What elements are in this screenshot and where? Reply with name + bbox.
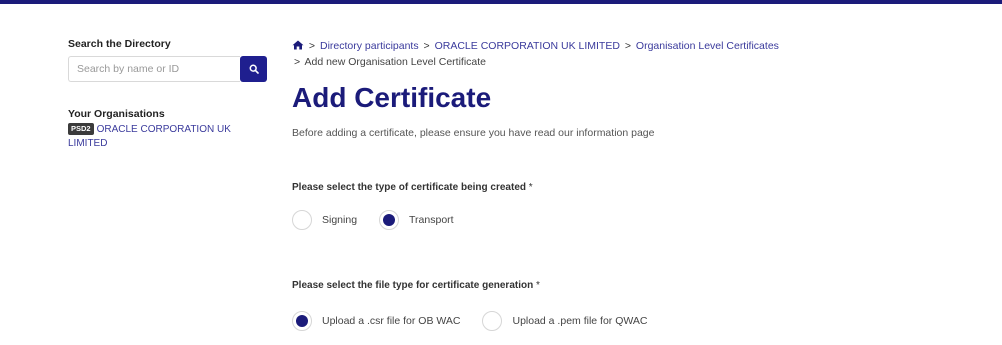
- psd2-badge: PSD2: [68, 123, 94, 135]
- radio-signing[interactable]: Signing: [292, 210, 357, 230]
- radio-label-transport: Transport: [409, 214, 454, 226]
- radio-label-csr: Upload a .csr file for OB WAC: [322, 315, 461, 327]
- breadcrumb-separator: >: [294, 56, 301, 68]
- org-entry: PSD2 ORACLE CORPORATION UK LIMITED: [68, 123, 268, 151]
- breadcrumb: > Directory participants > ORACLE CORPOR…: [292, 38, 972, 70]
- radio-circle[interactable]: [379, 210, 400, 230]
- radio-circle[interactable]: [292, 311, 312, 331]
- breadcrumb-separator: >: [308, 40, 316, 52]
- breadcrumb-organisation[interactable]: ORACLE CORPORATION UK LIMITED: [435, 40, 620, 52]
- search-heading: Search the Directory: [68, 38, 171, 50]
- radio-circle[interactable]: [482, 311, 503, 331]
- search-icon: [249, 64, 259, 74]
- radio-pem-qwac[interactable]: Upload a .pem file for QWAC: [482, 311, 647, 331]
- breadcrumb-separator: >: [624, 40, 631, 52]
- breadcrumb-directory-participants[interactable]: Directory participants: [320, 40, 419, 52]
- file-type-question: Please select the file type for certific…: [292, 280, 540, 291]
- breadcrumb-org-level-certificates[interactable]: Organisation Level Certificates: [636, 40, 779, 52]
- your-organisations: Your Organisations PSD2 ORACLE CORPORATIO…: [68, 108, 268, 151]
- radio-circle[interactable]: [292, 210, 312, 230]
- file-type-question-text: Please select the file type for certific…: [292, 280, 534, 291]
- radio-transport[interactable]: Transport: [379, 210, 454, 230]
- radio-label-signing: Signing: [322, 214, 358, 226]
- top-accent-bar: [0, 0, 1002, 4]
- home-icon[interactable]: [292, 40, 304, 50]
- required-mark: *: [528, 182, 533, 193]
- radio-csr-ob-wac[interactable]: Upload a .csr file for OB WAC: [292, 311, 460, 331]
- main-content: > Directory participants > ORACLE CORPOR…: [292, 38, 972, 331]
- radio-selected-dot: [296, 315, 308, 327]
- sidebar: Search the Directory Your Organisations …: [68, 38, 268, 151]
- search-input[interactable]: [68, 56, 240, 82]
- breadcrumb-separator: >: [423, 40, 430, 52]
- orgs-heading: Your Organisations: [68, 108, 165, 120]
- search-button[interactable]: [240, 56, 267, 82]
- cert-type-question-text: Please select the type of certificate be…: [292, 182, 526, 193]
- cert-type-question: Please select the type of certificate be…: [292, 182, 533, 193]
- page-title: Add Certificate: [292, 82, 492, 113]
- cert-type-radio-group: Signing Transport: [292, 210, 476, 230]
- radio-label-pem: Upload a .pem file for QWAC: [512, 315, 648, 327]
- search-bar: [68, 56, 268, 82]
- breadcrumb-current: Add new Organisation Level Certificate: [304, 56, 486, 68]
- intro-text: Before adding a certificate, please ensu…: [292, 127, 655, 139]
- file-type-radio-group: Upload a .csr file for OB WAC Upload a .…: [292, 311, 669, 331]
- radio-selected-dot: [383, 214, 396, 226]
- required-mark: *: [535, 280, 540, 291]
